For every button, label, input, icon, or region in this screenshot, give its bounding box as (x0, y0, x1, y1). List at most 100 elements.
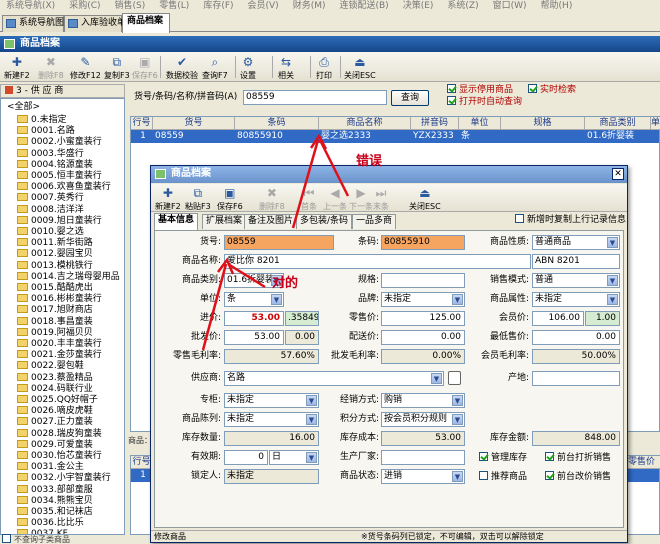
grid-header-row-no[interactable]: 行号 (131, 117, 153, 130)
toolbar-button[interactable]: ⎙ 打印 (316, 55, 332, 81)
dialog-toolbar-button[interactable]: ⏭ 末条 (373, 186, 389, 212)
pos-price-change-option[interactable]: 前台改价销售 (545, 471, 623, 483)
toolbar-button[interactable]: ▣ 保存F6 (132, 55, 158, 81)
counter-select[interactable]: 未指定 ▼ (224, 393, 319, 408)
table-row[interactable]: 1 08559 80855910 婴之选2333 YZX2333 条 01.6折… (131, 130, 659, 143)
chevron-down-icon[interactable]: ▼ (607, 294, 618, 305)
realtime-search-checkbox[interactable] (528, 84, 537, 93)
supplier-tree[interactable]: <全部> 0.未指定 0001.名路 0002.小蜜童装行 0003.华盛行 0004.铭… (0, 98, 125, 535)
tab-extended[interactable]: 扩展档案 (202, 214, 247, 229)
copy-new-option[interactable]: 新增时复制上行记录信息 (515, 214, 627, 226)
display-select[interactable]: 未指定 ▼ (224, 412, 319, 427)
origin-field[interactable] (532, 371, 620, 386)
dialog-toolbar-button[interactable]: ✖ 删除F8 (259, 186, 285, 212)
toolbar-button[interactable]: ⏏ 关闭ESC (344, 55, 376, 81)
menu-item[interactable]: 销售(S) (109, 0, 154, 12)
manage-stock-checkbox[interactable] (479, 452, 488, 461)
tab-navigation-map[interactable]: 系统导航图 (2, 15, 64, 32)
chevron-down-icon[interactable]: ▼ (306, 395, 317, 406)
menu-item[interactable]: 财务(M) (287, 0, 334, 12)
dialog-toolbar-button[interactable]: ▶ 下一条 (349, 186, 373, 212)
grid-header-pinyin[interactable]: 拼音码 (411, 117, 459, 130)
show-disabled-checkbox[interactable] (447, 84, 456, 93)
tab-goods-archive[interactable]: 商品档案 (122, 13, 170, 33)
goods-nature-select[interactable]: 普通商品 ▼ (532, 235, 620, 250)
points-mode-select[interactable]: 按会员积分规则 ▼ (381, 412, 465, 427)
grid-header-more[interactable]: 单 (651, 117, 660, 130)
chevron-down-icon[interactable]: ▼ (431, 373, 442, 384)
exclude-subclass-checkbox[interactable] (2, 534, 11, 543)
purchase-price-field[interactable]: 53.00 (224, 311, 284, 326)
member-ratio-field[interactable]: 1.00 (585, 311, 620, 326)
tab-receiving-order[interactable]: 入库验收单 (64, 15, 126, 32)
menu-item[interactable]: 系统(Z) (441, 0, 486, 12)
goods-state-select[interactable]: 进销 ▼ (381, 469, 465, 484)
barcode-field[interactable]: 80855910 (381, 235, 465, 250)
tab-multi-supplier[interactable]: 一品多商 (352, 214, 397, 229)
option-auto-query[interactable]: 打开时自动查询 (447, 96, 532, 108)
toolbar-button[interactable]: ✎ 修改F12 (70, 55, 101, 81)
dialog-toolbar-button[interactable]: ✚ 新建F2 (155, 186, 181, 212)
option-realtime-search[interactable]: 实时检索 (528, 84, 588, 96)
menu-item[interactable]: 系统导航(X) (0, 0, 63, 12)
recommended-option[interactable]: 推荐商品 (479, 471, 539, 483)
toolbar-button[interactable]: ✚ 新建F2 (4, 55, 30, 81)
goods-name-pinyin-field[interactable]: ABN 8201 (532, 254, 620, 269)
tab-basic-info[interactable]: 基本信息 (154, 213, 199, 230)
dialog-toolbar-button[interactable]: ⧉ 粘贴F3 (185, 186, 211, 212)
manufacturer-field[interactable] (381, 450, 465, 465)
supplier-lookup-button[interactable] (448, 371, 461, 385)
toolbar-button[interactable]: ⧉ 复制F3 (104, 55, 130, 81)
wholesale-price-field[interactable]: 53.00 (224, 330, 284, 345)
menu-item[interactable]: 帮助(H) (535, 0, 581, 12)
dialog-toolbar-button[interactable]: ▣ 保存F6 (217, 186, 243, 212)
grid-header-category[interactable]: 商品类别 (585, 117, 651, 130)
dialog-toolbar-button[interactable]: ◀ 上一条 (323, 186, 347, 212)
dialog-close-button[interactable]: ✕ (612, 168, 624, 180)
chevron-down-icon[interactable]: ▼ (452, 471, 463, 482)
member-price-field[interactable]: 106.00 (532, 311, 584, 326)
min-price-field[interactable]: 0.00 (532, 330, 620, 345)
chevron-down-icon[interactable]: ▼ (452, 414, 463, 425)
menu-item[interactable]: 零售(L) (153, 0, 197, 12)
goods-name-field[interactable]: 爱比你 8201 (224, 254, 531, 269)
grid-header-spec[interactable]: 规格 (501, 117, 585, 130)
wholesale-ratio-field[interactable]: 0.00 (285, 330, 319, 345)
grid-header-barcode[interactable]: 条码 (235, 117, 319, 130)
grid-header-goods-name[interactable]: 商品名称 (319, 117, 411, 130)
purchase-ratio-field[interactable]: .358491 (285, 311, 319, 326)
chevron-down-icon[interactable]: ▼ (271, 294, 282, 305)
menu-item[interactable]: 连锁配送(B) (334, 0, 397, 12)
exclude-subclass-option[interactable]: 不查询子类商品 (2, 534, 124, 544)
valid-period-field[interactable]: 0 (224, 450, 268, 465)
pos-price-change-checkbox[interactable] (545, 471, 554, 480)
menu-item[interactable]: 库存(F) (197, 0, 241, 12)
manage-stock-option[interactable]: 管理库存 (479, 452, 539, 464)
sale-mode-select[interactable]: 普通 ▼ (532, 273, 620, 288)
grid-header-unit[interactable]: 单位 (459, 117, 501, 130)
tree-filter-header[interactable]: 3 - 供 应 商 (0, 84, 125, 98)
goods-no-field[interactable]: 08559 (224, 235, 334, 250)
menu-item[interactable]: 决策(E) (397, 0, 442, 12)
toolbar-button[interactable]: ⌕ 查询F7 (202, 55, 228, 81)
dialog-toolbar-button[interactable]: ⏏ 关闭ESC (409, 186, 441, 212)
distribution-price-field[interactable]: 0.00 (381, 330, 465, 345)
tree-root[interactable]: <全部> (7, 101, 40, 114)
menu-item[interactable]: 采购(C) (63, 0, 108, 12)
pos-discount-checkbox[interactable] (545, 452, 554, 461)
auto-query-checkbox[interactable] (447, 96, 456, 105)
toolbar-button[interactable]: ✖ 删除F8 (38, 55, 64, 81)
retail-price-field[interactable]: 125.00 (381, 311, 465, 326)
chevron-down-icon[interactable]: ▼ (306, 414, 317, 425)
detail-header-retail-price[interactable]: 零售价 (623, 456, 660, 469)
unit-select[interactable]: 条 ▼ (224, 292, 284, 307)
valid-period-unit-select[interactable]: 日 ▼ (269, 450, 319, 465)
toolbar-button[interactable]: ⚙ 设置 (240, 55, 256, 81)
pos-discount-option[interactable]: 前台打折销售 (545, 452, 623, 464)
chevron-down-icon[interactable]: ▼ (452, 294, 463, 305)
tab-multi-package[interactable]: 多包装/条码 (296, 214, 353, 229)
chevron-down-icon[interactable]: ▼ (452, 395, 463, 406)
menu-item[interactable]: 窗口(W) (487, 0, 535, 12)
spec-field[interactable] (381, 273, 465, 288)
copy-new-checkbox[interactable] (515, 214, 524, 223)
